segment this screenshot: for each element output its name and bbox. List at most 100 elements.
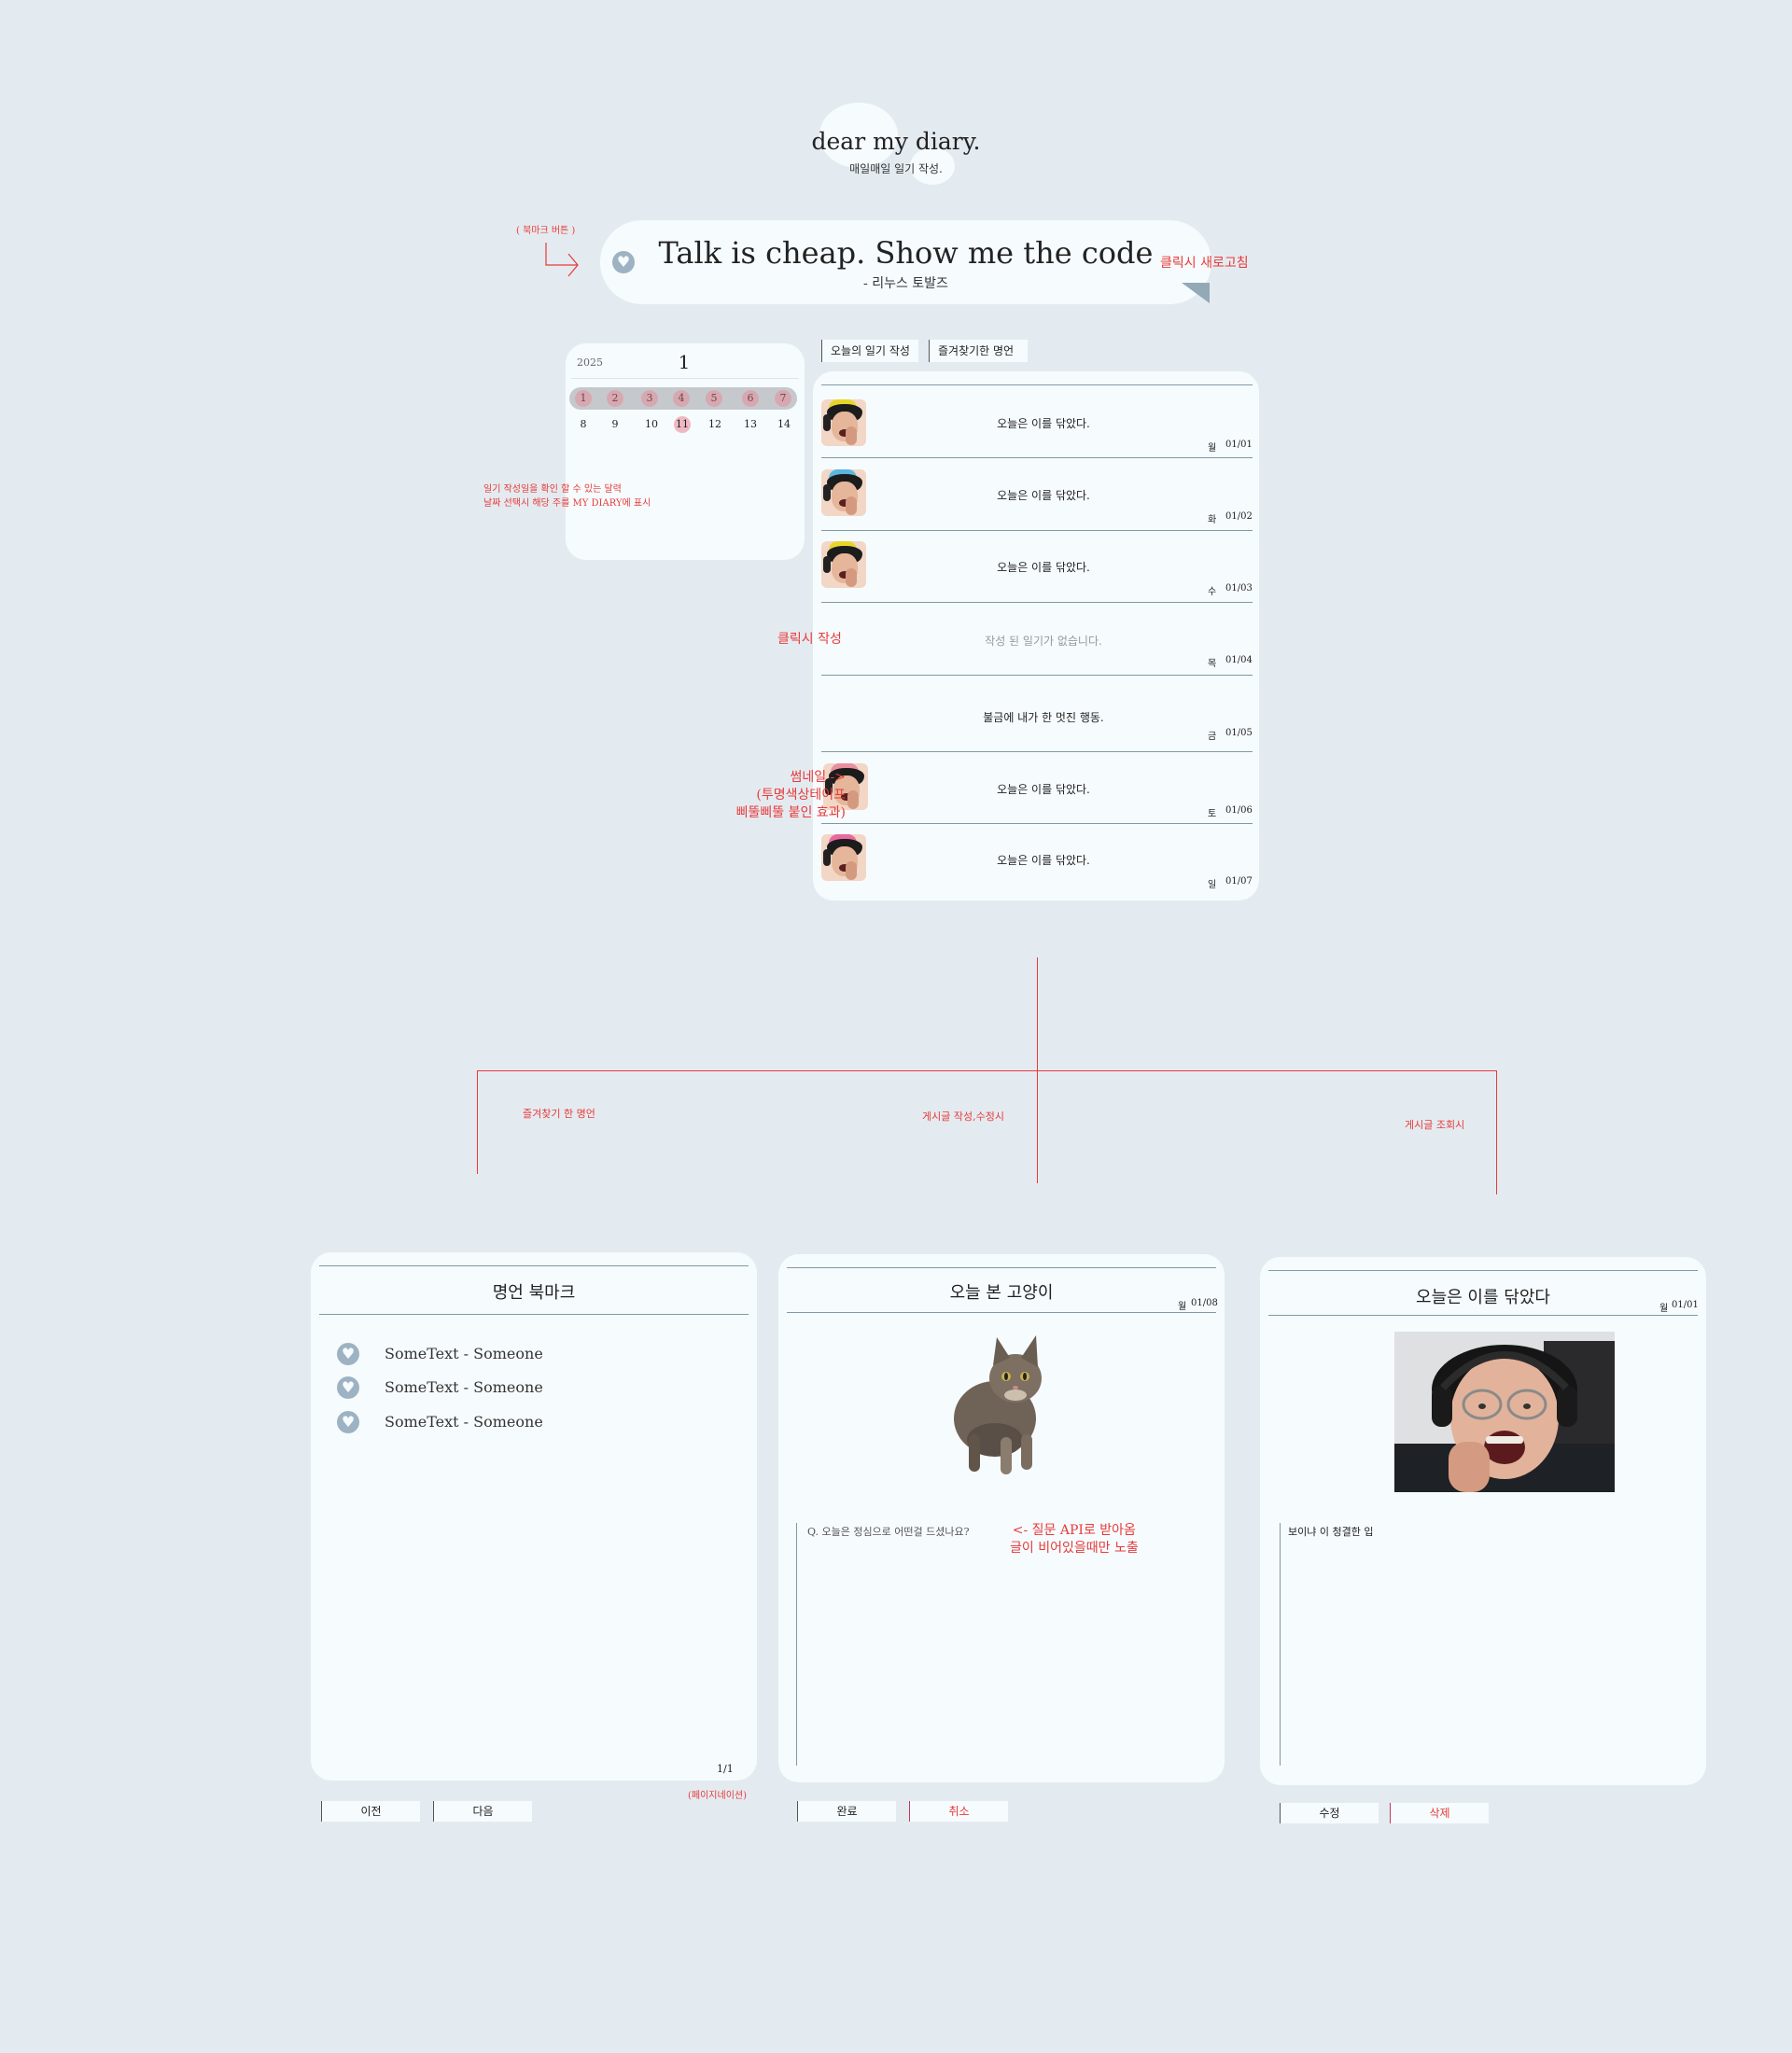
bookmark-panel-title: 명언 북마크 <box>492 1283 576 1303</box>
write-done-button[interactable]: 완료 <box>797 1801 896 1822</box>
diary-entry-text[interactable]: 오늘은 이를 닦았다. <box>819 852 1267 868</box>
write-cancel-button[interactable]: 취소 <box>909 1801 1008 1822</box>
thumbnail-annotation-line1: 썸네일 -> <box>790 770 846 785</box>
tab-write-today[interactable]: 오늘의 일기 작성 <box>821 340 918 362</box>
diary-entry-text[interactable]: 오늘은 이를 닦았다. <box>819 781 1267 797</box>
view-panel-title: 오늘은 이를 닦았다 <box>1416 1288 1550 1307</box>
calendar-card <box>566 343 805 560</box>
diary-entry-weekday: 목 <box>1208 659 1217 669</box>
thumbnail-annotation-line2: (투명색상테이프 <box>756 788 846 803</box>
write-panel-weekday: 월 <box>1178 1302 1187 1312</box>
view-panel-top-divider <box>1268 1270 1698 1271</box>
bookmark-panel <box>311 1252 757 1781</box>
write-panel-title-divider <box>787 1312 1216 1313</box>
flow-label-right: 게시글 조회시 <box>1405 1119 1465 1131</box>
pagination-annotation: (페이지네이션) <box>688 1791 748 1801</box>
refresh-annotation: 클릭시 새로고침 <box>1160 256 1249 271</box>
api-annotation-line2: 글이 비어있을때만 노출 <box>1010 1541 1139 1556</box>
bookmark-item[interactable]: SomeText - Someone <box>385 1345 543 1362</box>
diary-row-divider <box>821 823 1253 824</box>
app-title: dear my diary. <box>811 128 981 155</box>
diary-row-divider <box>821 675 1253 676</box>
calendar-day[interactable]: 2 <box>607 390 623 407</box>
calendar-day[interactable]: 5 <box>706 390 722 407</box>
view-panel-title-divider <box>1268 1315 1698 1316</box>
diary-entry-weekday: 금 <box>1208 732 1217 742</box>
flow-label-left: 즐겨찾기 한 명언 <box>523 1108 595 1120</box>
thumbnail-annotation-line3: 삐뚤삐뚤 붙인 효과) <box>735 805 846 820</box>
diary-row-divider <box>821 751 1253 752</box>
quote-author: - 리누스 토발즈 <box>863 276 948 291</box>
diary-list-top-divider <box>821 384 1253 385</box>
thumbnail-annotation: 썸네일 -> (투명색상테이프 삐뚤삐뚤 붙인 효과) <box>724 769 846 822</box>
calendar-day[interactable]: 13 <box>740 418 761 430</box>
diary-entry-date: 01/02 <box>1225 511 1253 522</box>
calendar-month: 1 <box>678 351 691 373</box>
calendar-day[interactable]: 3 <box>641 390 658 407</box>
bookmark-heart-icon[interactable] <box>337 1411 359 1433</box>
calendar-day[interactable]: 4 <box>673 390 690 407</box>
calendar-day[interactable]: 6 <box>742 390 759 407</box>
view-content-left-border <box>1280 1523 1281 1766</box>
calendar-day[interactable]: 8 <box>573 418 594 430</box>
flow-label-center: 게시글 작성,수정시 <box>922 1110 1004 1123</box>
write-content-left-border <box>796 1523 797 1766</box>
calendar-day-today[interactable]: 11 <box>674 416 691 433</box>
write-panel-date: 01/08 <box>1191 1298 1218 1308</box>
diary-entry-weekday-saturday: 토 <box>1208 809 1217 819</box>
diary-entry-text[interactable]: 오늘은 이를 닦았다. <box>819 415 1267 431</box>
bookmark-heart-icon[interactable] <box>337 1376 359 1399</box>
click-to-write-annotation: 클릭시 작성 <box>777 632 842 647</box>
calendar-annotation: 일기 작성일을 확인 할 수 있는 달력 날짜 선택시 해당 주를 MY DIA… <box>483 482 651 510</box>
flow-line-horizontal <box>477 1070 1497 1071</box>
calendar-day[interactable]: 14 <box>774 418 794 430</box>
view-delete-button[interactable]: 삭제 <box>1390 1803 1489 1823</box>
diary-entry-weekday-sunday: 일 <box>1208 880 1217 890</box>
diary-entry-text[interactable]: 불금에 내가 한 멋진 행동. <box>819 709 1267 725</box>
bookmark-heart-icon[interactable] <box>337 1343 359 1365</box>
calendar-annotation-line2: 날짜 선택시 해당 주를 MY DIARY에 표시 <box>483 498 651 509</box>
bookmark-item[interactable]: SomeText - Someone <box>385 1378 543 1396</box>
calendar-day[interactable]: 7 <box>775 390 791 407</box>
bookmark-arrow-annotation <box>545 243 579 277</box>
tab-favorite-quotes[interactable]: 즐겨찾기한 명언 <box>929 340 1028 362</box>
quote-text[interactable]: Talk is cheap. Show me the code <box>600 235 1211 271</box>
app-subtitle: 매일매일 일기 작성. <box>849 162 943 175</box>
api-annotation-line1: <- 질문 API로 받아옴 <box>1012 1523 1136 1538</box>
diary-row-divider <box>821 530 1253 531</box>
bookmark-next-button[interactable]: 다음 <box>433 1801 532 1822</box>
diary-row-divider <box>821 602 1253 603</box>
bookmark-annotation: ( 북마크 버튼 ) <box>516 226 576 236</box>
flow-line-left <box>477 1070 478 1174</box>
diary-entry-text[interactable]: 오늘은 이를 닦았다. <box>819 487 1267 503</box>
diary-entry-date: 01/03 <box>1225 583 1253 594</box>
write-panel-title[interactable]: 오늘 본 고양이 <box>787 1279 1216 1304</box>
diary-entry-weekday: 수 <box>1208 587 1217 597</box>
bookmark-prev-button[interactable]: 이전 <box>321 1801 420 1822</box>
calendar-annotation-line1: 일기 작성일을 확인 할 수 있는 달력 <box>483 484 622 495</box>
view-panel-date: 01/01 <box>1672 1300 1699 1310</box>
bookmark-item[interactable]: SomeText - Someone <box>385 1413 543 1431</box>
diary-entry-date: 01/06 <box>1225 805 1253 816</box>
diary-entry-empty-text[interactable]: 작성 된 일기가 없습니다. <box>819 633 1267 649</box>
flow-line-right <box>1496 1070 1497 1194</box>
calendar-year: 2025 <box>577 356 603 369</box>
diary-entry-weekday: 월 <box>1208 443 1217 454</box>
bookmark-page-indicator: 1/1 <box>717 1763 734 1775</box>
diary-photo <box>1394 1332 1615 1492</box>
diary-row-divider <box>821 457 1253 458</box>
cat-photo <box>954 1335 1042 1474</box>
api-annotation: <- 질문 API로 받아옴 글이 비어있을때만 노출 <box>1010 1522 1139 1557</box>
diary-entry-date: 01/05 <box>1225 728 1253 738</box>
write-question-placeholder[interactable]: Q. 오늘은 정심으로 어떤걸 드셨나요? <box>807 1524 970 1539</box>
calendar-day[interactable]: 9 <box>605 418 625 430</box>
calendar-day[interactable]: 12 <box>705 418 725 430</box>
diary-entry-text[interactable]: 오늘은 이를 닦았다. <box>819 559 1267 575</box>
diary-entry-date: 01/01 <box>1225 440 1253 450</box>
calendar-day[interactable]: 1 <box>575 390 592 407</box>
view-panel-weekday: 월 <box>1659 1304 1669 1314</box>
calendar-day[interactable]: 10 <box>641 418 662 430</box>
calendar-divider <box>571 378 799 379</box>
view-content-text: 보이냐 이 청결한 입 <box>1288 1526 1374 1538</box>
view-edit-button[interactable]: 수정 <box>1280 1803 1379 1823</box>
